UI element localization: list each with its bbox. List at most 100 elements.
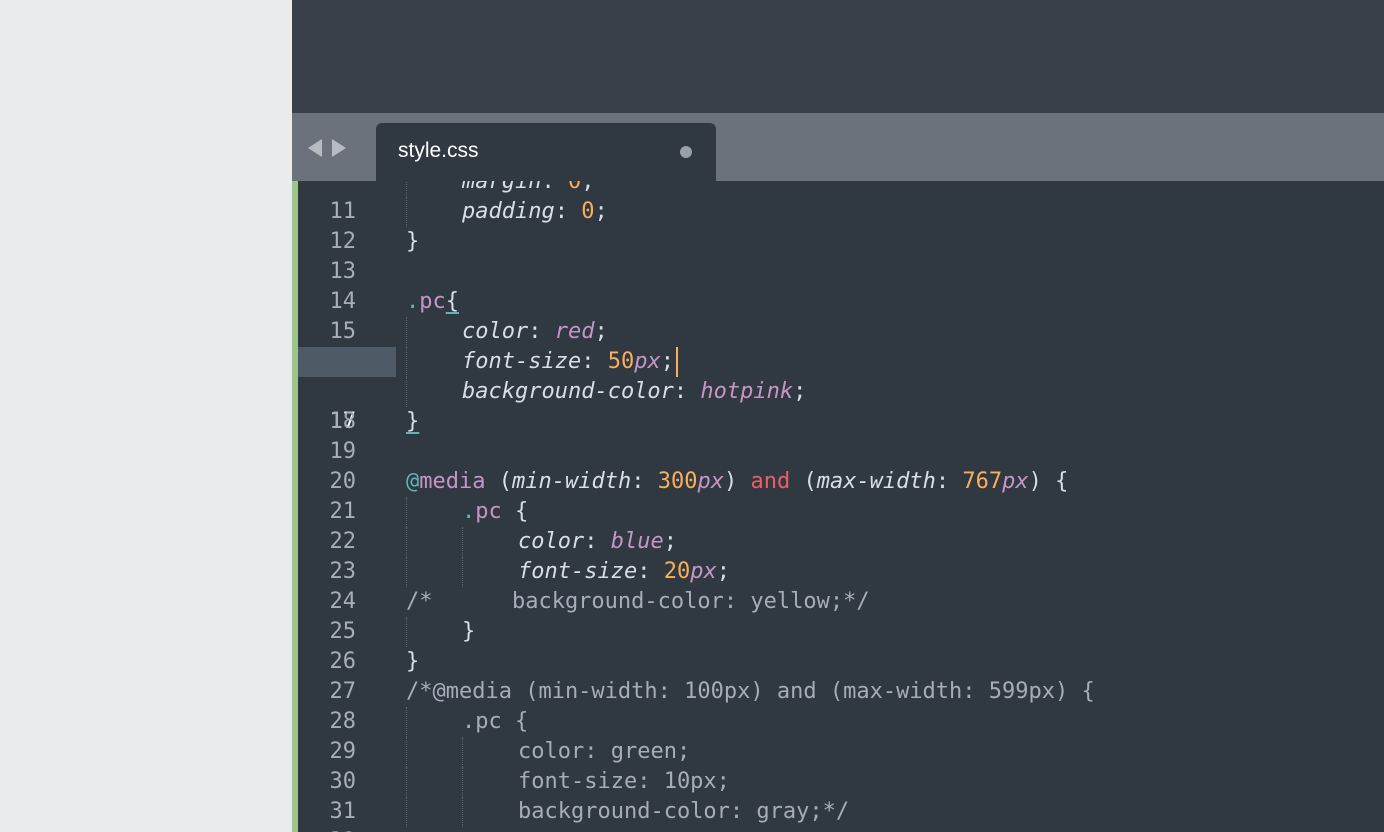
title-area <box>292 0 1384 113</box>
media-feature: max-width <box>816 469 936 494</box>
arrow-right-icon[interactable] <box>332 139 346 157</box>
code-line-22: 22 .pc { <box>292 497 1384 554</box>
indent-guide <box>462 767 463 797</box>
closing-brace: } <box>406 409 420 434</box>
number: 300 <box>657 469 698 494</box>
comment: .pc { <box>462 709 529 734</box>
sidebar-pane <box>0 0 292 832</box>
number: 20 <box>663 559 691 584</box>
code-line-27: 27 } <box>292 647 1384 704</box>
code-text: font-size: 20px; <box>518 557 730 587</box>
colon: : <box>541 181 568 194</box>
css-value: red <box>554 319 595 344</box>
unsaved-dot-icon[interactable] <box>680 146 692 158</box>
indent-guide <box>462 527 463 557</box>
editor-window: style.css 11 margin: 0; 12 padding: 0; 1… <box>292 0 1384 832</box>
closing-brace: } <box>406 229 420 254</box>
css-property: font-size <box>518 559 638 584</box>
indent-guide <box>406 317 407 347</box>
tab-style-css[interactable]: style.css <box>376 123 716 181</box>
code-line-31: 31 font-size: 10px; <box>292 767 1384 824</box>
indent-guide <box>406 707 407 737</box>
line-number: 32 <box>298 827 357 832</box>
code-line-13: 13 } <box>292 227 1384 284</box>
arrow-left-icon[interactable] <box>308 139 322 157</box>
at-sign: @ <box>406 469 420 494</box>
code-text: background-color: hotpink; <box>462 377 806 407</box>
semicolon: ; <box>660 349 674 374</box>
colon: : <box>673 379 701 404</box>
active-line-highlight <box>298 347 396 377</box>
comment: background-color: gray;*/ <box>518 799 850 824</box>
semicolon: ; <box>793 379 807 404</box>
number: 0 <box>567 181 582 194</box>
css-value: hotpink <box>700 379 794 404</box>
tab-bar: style.css <box>292 113 1384 181</box>
code-text: @media (min-width: 300px) and (max-width… <box>406 467 1068 497</box>
code-line-15: 15 .pc{ <box>292 287 1384 344</box>
unit: px <box>1002 469 1029 494</box>
code-text: background-color: gray;*/ <box>518 797 849 827</box>
code-line-32: 32 background-color: gray;*/ <box>292 797 1384 832</box>
semicolon: ; <box>716 559 730 584</box>
text-cursor <box>675 347 678 377</box>
code-text: .pc { <box>462 707 528 737</box>
css-property: margin <box>462 181 542 194</box>
code-line-28: 28 /*@media (min-width: 100px) and (max-… <box>292 677 1384 734</box>
indent-guide <box>406 377 407 407</box>
at-rule-keyword: media <box>419 469 486 494</box>
indent-guide <box>406 797 407 827</box>
code-text: .pc{ <box>406 287 459 317</box>
code-text: /*@media (min-width: 100px) and (max-wid… <box>406 677 1095 707</box>
code-line-29: 29 .pc { <box>292 707 1384 764</box>
tab-navigation <box>308 139 346 157</box>
semicolon: ; <box>594 319 608 344</box>
class-dot: . <box>462 499 476 524</box>
colon: : <box>637 559 664 584</box>
closing-brace: } <box>406 649 420 674</box>
code-text: color: red; <box>462 317 608 347</box>
colon: : <box>528 319 555 344</box>
code-text: /* background-color: yellow;*/ <box>406 587 870 617</box>
code-line-24: 24 font-size: 20px; <box>292 557 1384 614</box>
indent-guide <box>406 497 407 527</box>
css-property: font-size <box>462 349 582 374</box>
code-line-18: 18 background-color: hotpink; <box>292 377 1384 434</box>
colon: : <box>935 469 963 494</box>
semicolon: ; <box>581 181 595 194</box>
code-line-11: 11 margin: 0; <box>292 181 1384 224</box>
code-text: color: green; <box>518 737 690 767</box>
code-line-14: 14 <box>292 257 1384 314</box>
code-line-16: 16 color: red; <box>292 317 1384 374</box>
unit: px <box>697 469 724 494</box>
code-line-25: 25 /* background-color: yellow;*/ <box>292 587 1384 644</box>
media-feature: min-width <box>511 469 632 494</box>
indent-guide <box>462 737 463 767</box>
css-property: padding <box>462 199 555 224</box>
class-name: pc <box>419 289 446 314</box>
number: 50 <box>607 349 635 374</box>
indent-guide <box>462 797 463 827</box>
code-editor[interactable]: 11 margin: 0; 12 padding: 0; 13 } 14 15 … <box>292 181 1384 832</box>
semicolon: ; <box>663 529 677 554</box>
indent-guide <box>406 181 407 197</box>
code-line-21: 21 @media (min-width: 300px) and (max-wi… <box>292 467 1384 524</box>
indent-guide <box>406 557 407 587</box>
css-value: blue <box>610 529 664 554</box>
paren: ( <box>485 469 512 494</box>
code-text: } <box>406 407 419 437</box>
code-lines: 11 margin: 0; 12 padding: 0; 13 } 14 15 … <box>292 181 1384 832</box>
code-text: font-size: 10px; <box>518 767 730 797</box>
closing-brace: } <box>462 619 476 644</box>
code-text: } <box>462 617 475 647</box>
paren-brace: ) { <box>1028 469 1069 494</box>
indent-guide <box>406 737 407 767</box>
and-keyword: and <box>750 469 791 494</box>
unit: px <box>634 349 661 374</box>
indent-guide <box>406 617 407 647</box>
css-property: background-color <box>462 379 674 404</box>
code-text: padding: 0; <box>462 197 608 227</box>
indent-guide <box>406 197 407 227</box>
opening-brace: { <box>445 289 459 314</box>
indent-guide <box>406 347 407 377</box>
